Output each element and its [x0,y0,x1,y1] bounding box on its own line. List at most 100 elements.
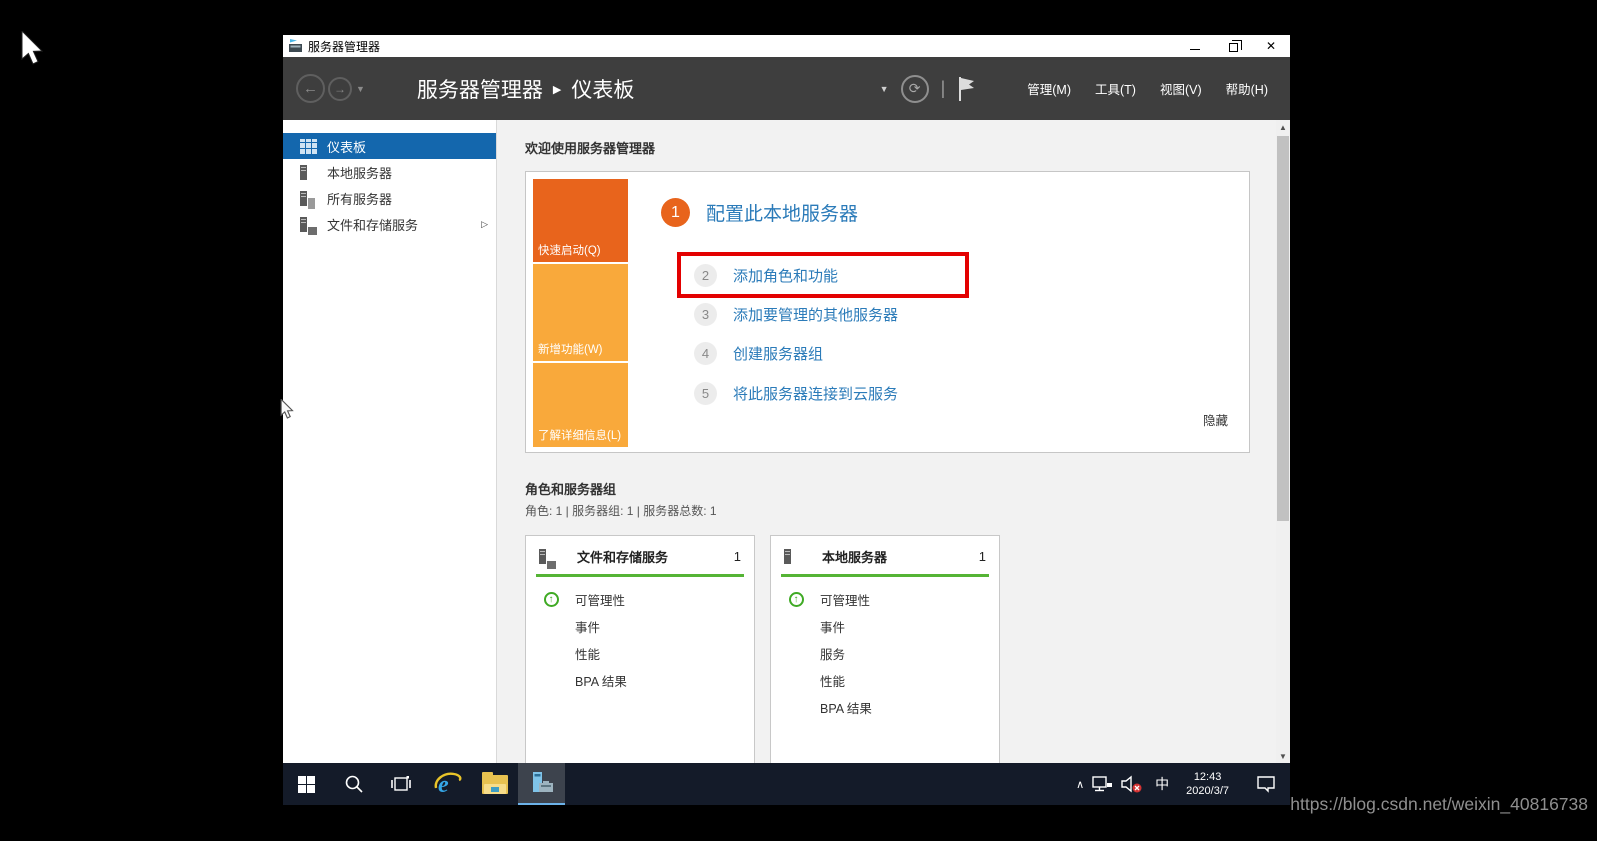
card-file-storage-services: 文件和存储服务 1 ↑ 可管理性 事件 性能 BPA 结果 [525,535,755,763]
minimize-icon [1190,48,1200,50]
vertical-scrollbar[interactable]: ▲ ▼ [1276,120,1290,763]
internet-explorer-button[interactable]: e [424,763,471,805]
scroll-down-icon[interactable]: ▼ [1276,749,1290,763]
close-icon: ✕ [1265,39,1277,53]
card-row-performance[interactable]: 性能 [526,640,754,667]
step-configure-local-server[interactable]: 1 配置此本地服务器 [661,198,858,227]
system-tray: ∧ 中 12:43 2020/3/7 [1076,770,1290,798]
restore-icon [1228,39,1242,52]
window-titlebar[interactable]: 服务器管理器 ✕ [283,35,1290,57]
mouse-cursor [21,31,44,65]
task-view-button[interactable] [377,763,424,805]
forward-button[interactable]: → [328,76,352,101]
server-manager-icon [532,772,553,792]
refresh-button[interactable]: ⟳ [900,74,929,103]
back-button[interactable]: ← [296,74,325,103]
network-icon[interactable] [1091,775,1113,793]
step-number-badge: 4 [694,342,717,365]
up-arrow-icon: ↑ [788,592,804,607]
clock-date: 2020/3/7 [1186,785,1229,797]
action-center-icon[interactable] [1256,775,1276,793]
volume-muted-icon[interactable] [1120,775,1144,793]
windows-logo-icon [298,775,315,793]
all-servers-icon [300,190,317,209]
step-link[interactable]: 创建服务器组 [733,343,823,364]
card-count: 1 [978,549,986,564]
step-connect-cloud-services[interactable]: 5 将此服务器连接到云服务 [694,382,898,405]
card-row-manageability[interactable]: ↑ 可管理性 [526,586,754,613]
ime-indicator[interactable]: 中 [1151,773,1173,795]
card-row-services[interactable]: 服务 [771,640,999,667]
card-row-events[interactable]: 事件 [526,613,754,640]
internet-explorer-icon: e [434,772,462,797]
quick-start-tab[interactable]: 快速启动(Q) [533,179,628,262]
menu-help[interactable]: 帮助(H) [1226,79,1268,98]
close-button[interactable]: ✕ [1252,35,1290,57]
search-button[interactable] [330,763,377,805]
hide-link[interactable]: 隐藏 [1203,410,1228,429]
learn-more-tab[interactable]: 了解详细信息(L) [533,363,628,447]
breadcrumb-root[interactable]: 服务器管理器 [417,74,543,104]
step-link[interactable]: 添加要管理的其他服务器 [733,304,898,325]
sidebar-item-label: 本地服务器 [327,165,393,181]
card-row-manageability[interactable]: ↑ 可管理性 [771,586,999,613]
server-manager-app-icon [289,39,302,52]
whats-new-tab[interactable]: 新增功能(W) [533,264,628,361]
refresh-icon: ⟳ [908,80,921,96]
restore-button[interactable] [1214,35,1252,57]
card-title[interactable]: 本地服务器 [822,547,887,566]
card-row-bpa-results[interactable]: BPA 结果 [526,667,754,694]
local-server-icon [784,548,802,565]
card-count: 1 [733,549,741,564]
search-icon [345,775,363,793]
step-link[interactable]: 将此服务器连接到云服务 [733,383,898,404]
file-explorer-icon [481,771,508,794]
status-cards: 文件和存储服务 1 ↑ 可管理性 事件 性能 BPA 结果 本地服务器 1 ↑ … [525,535,1290,763]
card-title[interactable]: 文件和存储服务 [577,547,668,566]
window-body: 仪表板 本地服务器 所有服务器 文件和存储服务 ▷ 欢迎使用服务器管理器 快速启… [283,120,1290,763]
file-storage-icon [539,548,557,569]
card-row-performance[interactable]: 性能 [771,667,999,694]
menu-manage[interactable]: 管理(M) [1027,79,1071,98]
dashboard-main: 欢迎使用服务器管理器 快速启动(Q) 新增功能(W) 了解详细信息(L) 1 配… [497,120,1290,763]
expand-arrow-icon[interactable]: ▷ [481,219,488,230]
scroll-up-icon[interactable]: ▲ [1276,120,1290,134]
task-view-icon [390,776,411,791]
card-row-events[interactable]: 事件 [771,613,999,640]
sidebar-item-all-servers[interactable]: 所有服务器 [283,185,496,211]
menu-view[interactable]: 视图(V) [1160,79,1202,98]
file-storage-icon [300,216,317,235]
step-link[interactable]: 配置此本地服务器 [706,199,858,226]
clock-time: 12:43 [1193,771,1222,783]
card-local-server: 本地服务器 1 ↑ 可管理性 事件 服务 性能 BPA 结果 [770,535,1000,763]
step-number-badge: 3 [694,303,717,326]
sidebar-item-dashboard[interactable]: 仪表板 [283,133,496,159]
sidebar-item-local-server[interactable]: 本地服务器 [283,159,496,185]
card-row-bpa-results[interactable]: BPA 结果 [771,694,999,721]
sidebar-item-file-storage-services[interactable]: 文件和存储服务 ▷ [283,211,496,237]
notifications-caret-icon[interactable]: ▼ [880,84,889,94]
sidebar-item-label: 仪表板 [327,139,367,155]
hidden-icons-chevron-icon[interactable]: ∧ [1076,778,1084,791]
step-number-badge: 1 [661,198,690,227]
navigation-bar: ← → ▼ 服务器管理器 ▶ 仪表板 ▼ ⟳ | 管理(M) 工具(T) 视图(… [283,57,1290,120]
server-manager-taskbar-button[interactable] [518,763,565,805]
scrollbar-thumb[interactable] [1277,136,1289,521]
minimize-button[interactable] [1176,35,1214,57]
window-title: 服务器管理器 [308,39,381,54]
card-header[interactable]: 文件和存储服务 1 [526,536,754,573]
file-explorer-button[interactable] [471,763,518,805]
start-button[interactable] [283,763,330,805]
card-header[interactable]: 本地服务器 1 [771,536,999,573]
breadcrumb: 服务器管理器 ▶ 仪表板 [417,74,634,104]
watermark-url: https://blog.csdn.net/weixin_40816738 [1290,794,1588,814]
menu-tools[interactable]: 工具(T) [1095,79,1136,98]
taskbar-clock[interactable]: 12:43 2020/3/7 [1180,770,1235,798]
step-add-other-servers[interactable]: 3 添加要管理的其他服务器 [694,303,898,326]
toolbar-divider: | [940,78,946,98]
history-caret-icon[interactable]: ▼ [356,84,365,94]
sidebar: 仪表板 本地服务器 所有服务器 文件和存储服务 ▷ [283,120,497,763]
breadcrumb-current: 仪表板 [571,78,635,102]
step-create-server-group[interactable]: 4 创建服务器组 [694,342,823,365]
notification-flag-icon[interactable] [957,76,977,102]
